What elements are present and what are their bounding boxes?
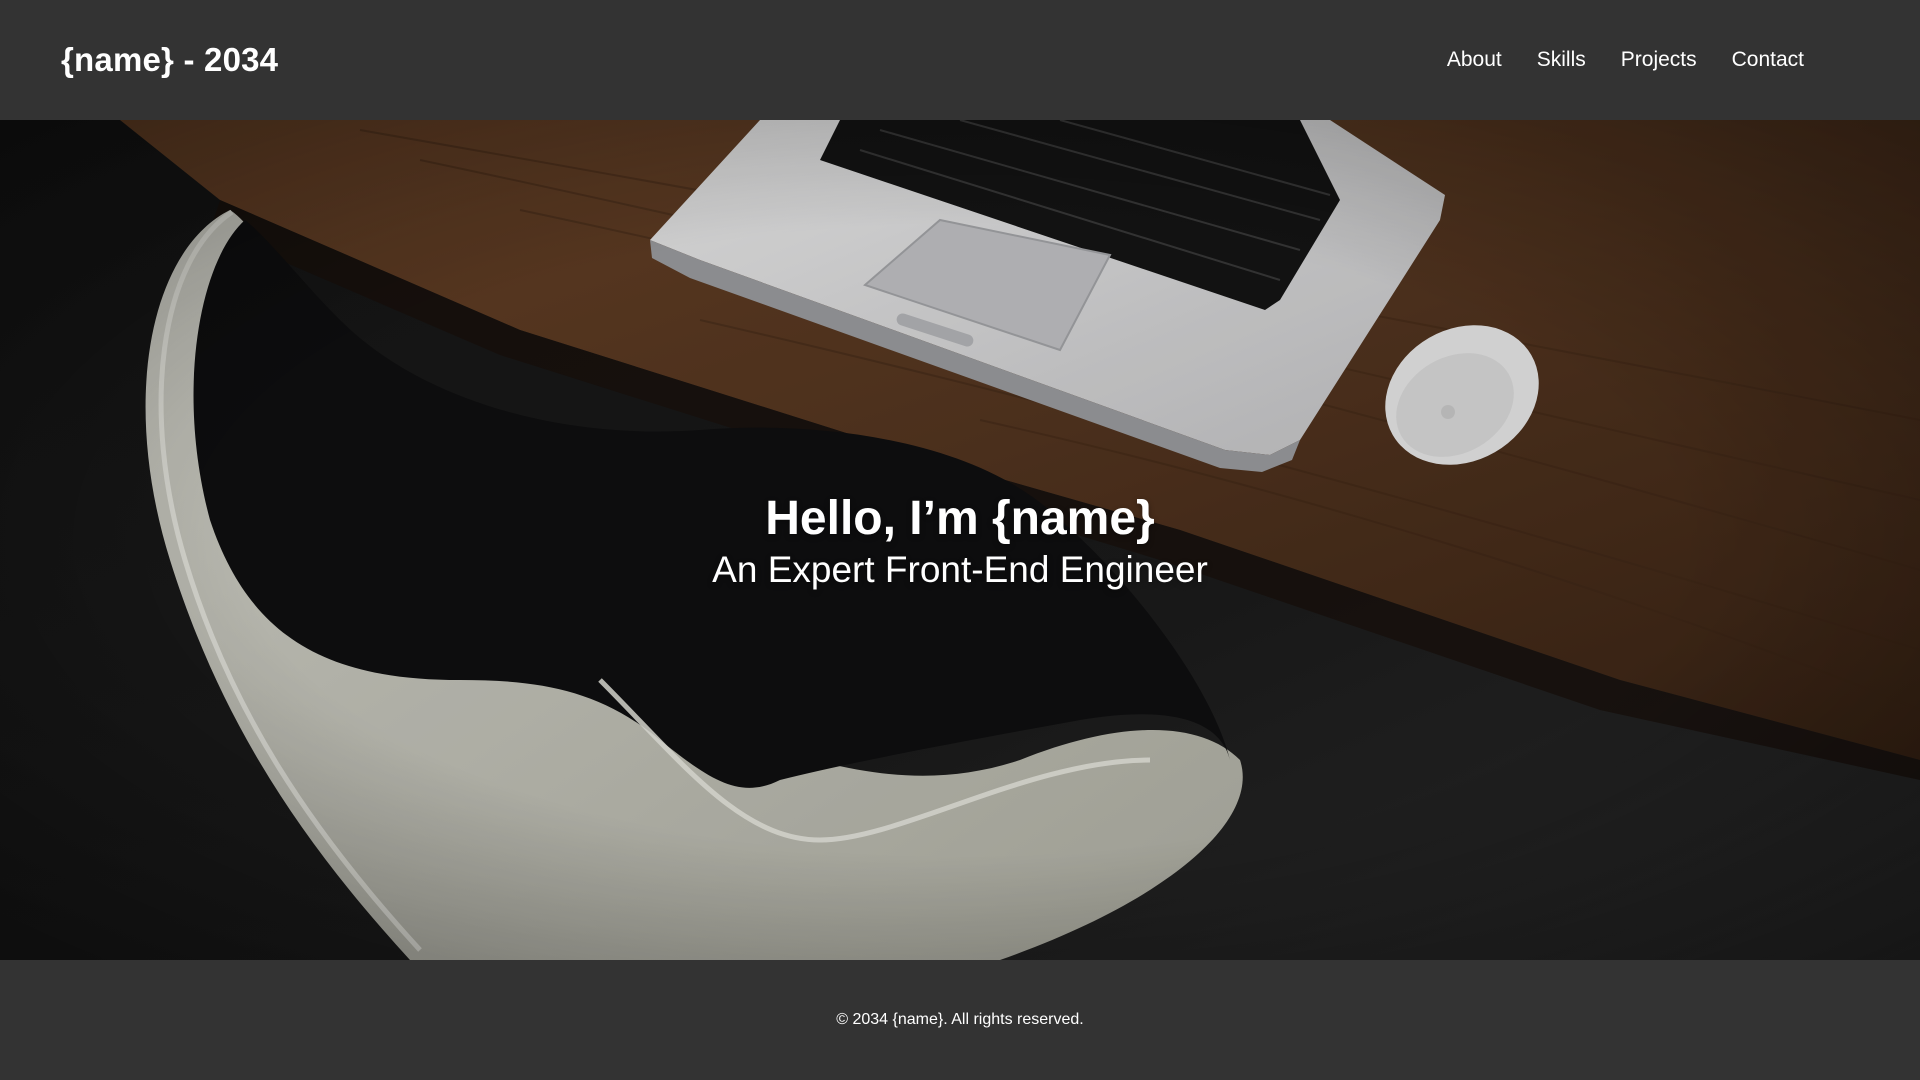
- hero-subtitle: An Expert Front-End Engineer: [712, 549, 1208, 590]
- site-title[interactable]: {name} - 2034: [61, 41, 278, 79]
- nav-link-skills[interactable]: Skills: [1537, 48, 1586, 72]
- site-footer: © 2034 {name}. All rights reserved.: [0, 960, 1920, 1080]
- hero-text: Hello, I’m {name} An Expert Front-End En…: [0, 491, 1920, 593]
- hero-section: Hello, I’m {name} An Expert Front-End En…: [0, 120, 1920, 960]
- nav-link-about[interactable]: About: [1447, 48, 1502, 72]
- main-nav: About Skills Projects Contact: [1447, 48, 1804, 72]
- nav-link-contact[interactable]: Contact: [1732, 48, 1804, 72]
- site-header: {name} - 2034 About Skills Projects Cont…: [0, 0, 1920, 120]
- copyright-text: © 2034 {name}. All rights reserved.: [836, 1011, 1084, 1028]
- hero-title: Hello, I’m {name}: [765, 492, 1155, 545]
- nav-link-projects[interactable]: Projects: [1621, 48, 1697, 72]
